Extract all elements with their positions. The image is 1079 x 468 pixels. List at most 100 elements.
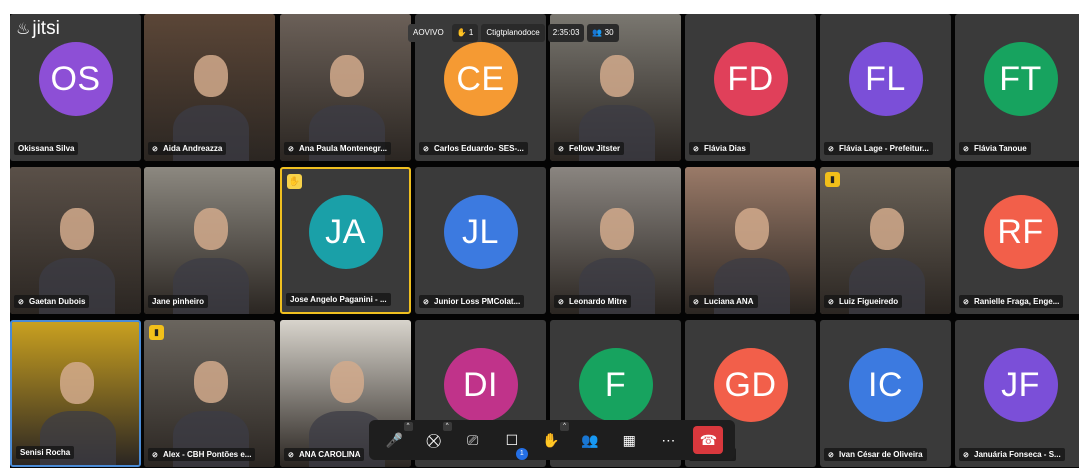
participant-avatar: IC xyxy=(848,347,923,422)
mic-muted-icon: ⊘ xyxy=(288,452,294,459)
participants-button[interactable]: 👥 xyxy=(576,426,604,454)
participant-name-label: ⊘ Luciana ANA xyxy=(689,295,758,308)
participant-tile[interactable]: ⊘ Aida Andreazza xyxy=(144,14,275,161)
participant-name: Flávia Dias xyxy=(704,144,746,153)
conference-timer: 2:35:03 xyxy=(547,24,585,42)
participant-name: Flávia Tanoue xyxy=(974,144,1027,153)
microphone-button[interactable]: 🎤 ^ xyxy=(381,422,413,454)
camera-options-chevron-icon[interactable]: ^ xyxy=(442,422,452,431)
participant-avatar: FD xyxy=(713,41,788,116)
participant-name-label: ⊘ Flávia Tanoue xyxy=(959,142,1031,155)
participant-tile[interactable]: ⊘ Ana Paula Montenegr... xyxy=(280,14,411,161)
camera-button[interactable]: ⛒ ^ xyxy=(420,422,452,454)
more-actions-button[interactable]: ⋯ xyxy=(654,426,682,454)
screen-share-button[interactable]: ⎚ xyxy=(459,426,487,454)
participant-video-figure xyxy=(59,208,94,251)
participant-name-label: Senisi Rocha xyxy=(16,446,75,459)
participant-video xyxy=(144,167,275,314)
room-name: Ctigtplanodoce xyxy=(481,24,545,42)
participant-video xyxy=(280,14,411,161)
participant-tile[interactable]: Senisi Rocha xyxy=(10,320,141,467)
mic-muted-icon: ⊘ xyxy=(693,299,699,306)
participant-name: Leonardo Mitre xyxy=(569,297,627,306)
chat-icon: ☐ xyxy=(505,432,519,448)
tile-view-button[interactable]: ▦ xyxy=(615,426,643,454)
participant-name-label: ⊘ Carlos Eduardo- SES-... xyxy=(419,142,528,155)
participant-tile[interactable]: Jane pinheiro xyxy=(144,167,275,314)
jitsi-logo: ♨ jitsi xyxy=(16,18,60,40)
mic-muted-icon: ⊘ xyxy=(693,146,699,153)
participant-name: Gaetan Dubois xyxy=(29,297,86,306)
participant-tile[interactable]: ⊘ Leonardo Mitre xyxy=(550,167,681,314)
participant-video xyxy=(820,167,951,314)
participant-avatar: JL xyxy=(443,194,518,269)
video-grid: OS Okissana Silva ⊘ Aida Andreazza ⊘ Ana Paul… xyxy=(10,14,1079,468)
participant-name: Okissana Silva xyxy=(18,144,75,153)
mic-muted-icon: ⊘ xyxy=(828,452,834,459)
participant-name: ANA CAROLINA xyxy=(299,450,361,459)
more-icon: ⋯ xyxy=(661,432,676,448)
participant-tile[interactable]: ▮ ⊘ Luiz Figueiredo xyxy=(820,167,951,314)
participant-tile[interactable]: FL ⊘ Flávia Lage - Prefeitur... xyxy=(820,14,951,161)
participant-name-label: ⊘ Gaetan Dubois xyxy=(14,295,90,308)
raise-hand-icon: ✋ xyxy=(456,28,467,37)
participant-name: Carlos Eduardo- SES-... xyxy=(434,144,524,153)
participant-avatar: FL xyxy=(848,41,923,116)
hangup-icon: ☎ xyxy=(699,432,718,448)
participant-name-label: Jane pinheiro xyxy=(148,295,209,308)
participants-count-button[interactable]: 👥 30 xyxy=(587,24,619,42)
participant-name-label: ⊘ Luiz Figueiredo xyxy=(824,295,903,308)
participant-name-label: ⊘ Ivan César de Oliveira xyxy=(824,448,927,461)
raise-hand-button[interactable]: ✋ ^ xyxy=(537,422,569,454)
participant-tile[interactable]: ▮ ⊘ Alex - CBH Pontões e... xyxy=(144,320,275,467)
participant-video xyxy=(144,320,275,467)
participant-name-label: ⊘ Januária Fonseca - S... xyxy=(959,448,1065,461)
participant-tile[interactable]: IC ⊘ Ivan César de Oliveira xyxy=(820,320,951,467)
chat-unread-badge: 1 xyxy=(515,448,528,460)
toolbar: 🎤 ^ ⛒ ^ ⎚ ☐ 1 ✋ ^ 👥 ▦ ⋯ ☎ xyxy=(369,420,735,460)
mic-muted-icon: ⊘ xyxy=(963,452,969,459)
participants-icon: 👥 xyxy=(592,28,603,37)
chat-button[interactable]: ☐ 1 xyxy=(498,426,528,460)
microphone-options-chevron-icon[interactable]: ^ xyxy=(403,422,413,431)
mic-muted-icon: ⊘ xyxy=(828,299,834,306)
participant-name-label: ⊘ Junior Loss PMColat... xyxy=(419,295,525,308)
participant-avatar: F xyxy=(578,347,653,422)
live-label: AOVIVO xyxy=(408,24,449,42)
participant-avatar: FT xyxy=(983,41,1058,116)
participant-video-figure xyxy=(193,361,228,404)
participant-tile[interactable]: JF ⊘ Januária Fonseca - S... xyxy=(955,320,1079,467)
mic-muted-icon: ⊘ xyxy=(963,146,969,153)
participant-tile[interactable]: FD ⊘ Flávia Dias xyxy=(685,14,816,161)
reactions-chevron-icon[interactable]: ^ xyxy=(559,422,569,431)
raised-hands-indicator[interactable]: ✋ 1 xyxy=(451,24,479,42)
participant-tile[interactable]: ⊘ Luciana ANA xyxy=(685,167,816,314)
participant-avatar: DI xyxy=(443,347,518,422)
participant-name: Alex - CBH Pontões e... xyxy=(163,450,252,459)
connection-quality-icon: ▮ xyxy=(149,325,164,340)
participant-name: Ranielle Fraga, Enge... xyxy=(974,297,1060,306)
participant-tile[interactable]: JA ✋ Jose Angelo Paganini - ... xyxy=(280,167,411,314)
mic-muted-icon: ⊘ xyxy=(558,146,564,153)
mic-muted-icon: ⊘ xyxy=(828,146,834,153)
participant-avatar: OS xyxy=(38,41,113,116)
participant-tile[interactable]: RF ⊘ Ranielle Fraga, Enge... xyxy=(955,167,1079,314)
participant-video-figure xyxy=(599,55,634,98)
participant-tile[interactable]: ⊘ Gaetan Dubois xyxy=(10,167,141,314)
participant-name-label: ⊘ Flávia Lage - Prefeitur... xyxy=(824,142,933,155)
mic-muted-icon: ⊘ xyxy=(423,146,429,153)
participant-name: Flávia Lage - Prefeitur... xyxy=(839,144,929,153)
participant-tile[interactable]: FT ⊘ Flávia Tanoue xyxy=(955,14,1079,161)
participant-avatar: CE xyxy=(443,41,518,116)
participants-count: 30 xyxy=(604,28,614,37)
participant-video xyxy=(685,167,816,314)
participant-name: Senisi Rocha xyxy=(20,448,71,457)
participant-tile[interactable]: JL ⊘ Junior Loss PMColat... xyxy=(415,167,546,314)
participant-video-figure xyxy=(329,361,364,404)
hangup-button[interactable]: ☎ xyxy=(693,426,724,454)
participant-avatar: GD xyxy=(713,347,788,422)
participant-video xyxy=(550,167,681,314)
participant-name-label: Okissana Silva xyxy=(14,142,79,155)
participant-name-label: ⊘ Fellow Jitster xyxy=(554,142,625,155)
jitsi-logo-icon: ♨ xyxy=(16,21,31,38)
